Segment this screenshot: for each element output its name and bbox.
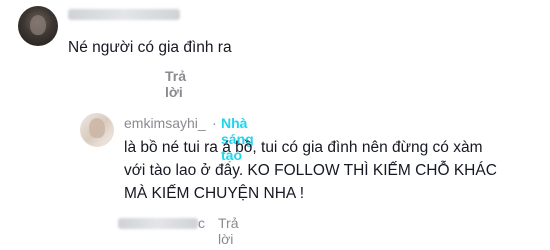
blurred-username: [118, 218, 198, 229]
reply-button[interactable]: Trả lời: [165, 68, 186, 100]
reply-text-line: là bồ né tui ra á bồ, tui có gia đình nê…: [124, 139, 483, 156]
reply-username[interactable]: emkimsayhi_: [124, 115, 206, 131]
comment-text: Né người có gia đình ra: [68, 39, 232, 56]
blurred-username: [68, 9, 180, 20]
avatar[interactable]: [18, 6, 58, 46]
reply-text-line: MÀ KIẾM CHUYỆN NHA !: [124, 185, 304, 202]
avatar[interactable]: [80, 113, 114, 147]
avatar-face: [30, 15, 46, 35]
reply-text-line: với tào lao ở đây. KO FOLLOW THÌ KIẾM CH…: [124, 162, 497, 179]
separator-dot: ·: [212, 115, 217, 131]
username-tail: c: [198, 215, 205, 231]
reply-button[interactable]: Trả lời: [218, 215, 238, 247]
avatar-portrait: [89, 118, 105, 138]
